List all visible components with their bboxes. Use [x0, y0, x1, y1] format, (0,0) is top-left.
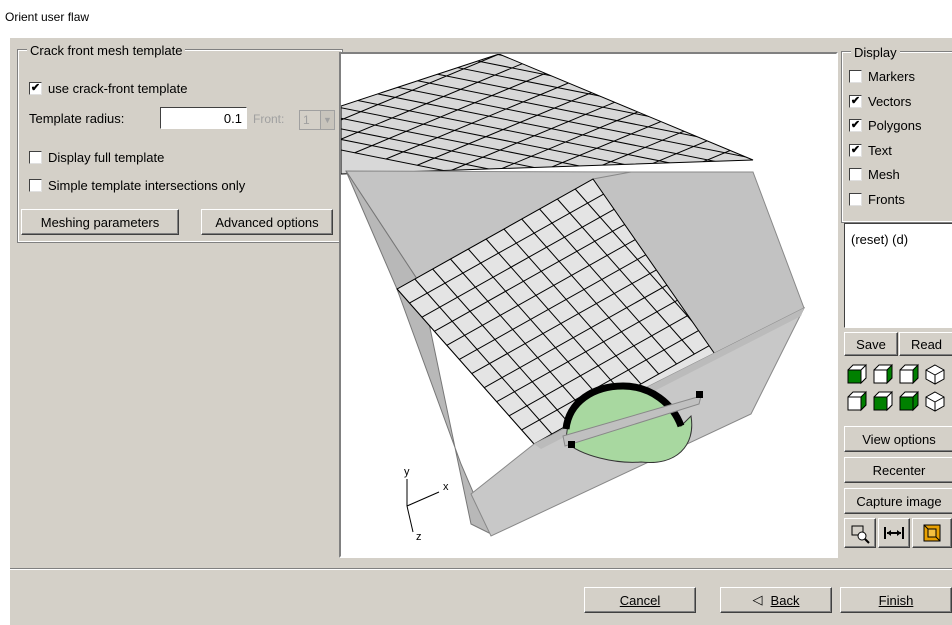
display-markers-label: Markers	[868, 69, 915, 84]
front-select[interactable]: 1 ▼	[299, 110, 335, 130]
axis-x-label: x	[443, 481, 449, 493]
display-full-label: Display full template	[48, 150, 165, 165]
finish-label: Finish	[878, 592, 914, 608]
display-mesh-check-box[interactable]	[849, 168, 862, 181]
simple-intersections-check-box[interactable]	[29, 179, 42, 192]
back-arrow-icon: ◁	[752, 592, 763, 607]
3d-viewport[interactable]: y x z	[339, 52, 838, 558]
view-history-text: (reset) (d)	[851, 232, 909, 247]
chevron-down-icon[interactable]: ▼	[320, 111, 334, 129]
display-text-label: Text	[868, 142, 892, 158]
display-fronts-check-box[interactable]	[849, 192, 862, 206]
template-radius-label: Template radius:	[29, 111, 125, 126]
display-polygons-check-box[interactable]: ✔	[849, 119, 862, 132]
finish-button[interactable]: Finish	[840, 587, 952, 613]
display-fronts-label: Fronts	[868, 191, 905, 207]
zoom-icon[interactable]	[844, 518, 876, 548]
axis-z-label: z	[416, 531, 422, 543]
advanced-options-button[interactable]: Advanced options	[201, 209, 333, 235]
display-mesh-label: Mesh	[868, 167, 900, 182]
footer-divider	[10, 568, 952, 570]
crack-group-legend: Crack front mesh template	[27, 43, 186, 58]
simple-intersections-checkbox[interactable]: Simple template intersections only	[29, 178, 245, 193]
crack-template-group: Crack front mesh template ✔ use crack-fr…	[17, 43, 343, 243]
capture-image-button[interactable]: Capture image	[844, 488, 952, 514]
view-left-icon[interactable]	[898, 363, 920, 385]
flaw-3d-render: y x z	[341, 54, 806, 543]
view-iso2-icon[interactable]	[924, 390, 946, 412]
save-button[interactable]: Save	[844, 332, 898, 356]
display-vectors-checkbox[interactable]: ✔ Vectors	[849, 94, 911, 109]
front-select-value: 1	[303, 113, 310, 127]
display-vectors-check-box[interactable]: ✔	[849, 94, 862, 108]
use-template-checkbox[interactable]: ✔ use crack-front template	[29, 81, 187, 96]
display-markers-checkbox[interactable]: Markers	[849, 69, 915, 84]
display-vectors-label: Vectors	[868, 93, 912, 109]
template-radius-input[interactable]	[160, 107, 247, 129]
read-button[interactable]: Read	[899, 332, 952, 356]
display-markers-check-box[interactable]	[849, 70, 862, 83]
front-label: Front:	[253, 112, 285, 126]
simple-intersections-label: Simple template intersections only	[48, 178, 246, 193]
view-iso-icon[interactable]	[924, 363, 946, 385]
cancel-label: Cancel	[619, 592, 661, 608]
view-back-icon[interactable]	[872, 363, 894, 385]
window-title: Orient user flaw	[5, 10, 90, 24]
view-top-icon[interactable]	[872, 390, 894, 412]
display-polygons-checkbox[interactable]: ✔ Polygons	[849, 118, 921, 133]
display-mesh-checkbox[interactable]: Mesh	[849, 167, 900, 182]
display-polygons-label: Polygons	[868, 118, 922, 133]
recenter-button[interactable]: Recenter	[844, 457, 952, 483]
display-full-check-box[interactable]	[29, 151, 42, 164]
view-front-icon[interactable]	[846, 363, 868, 385]
display-group: Display Markers ✔ Vectors ✔ Polygons ✔ Text Mes…	[841, 45, 952, 223]
axes-triad	[406, 479, 440, 533]
use-template-label: use crack-front template	[48, 81, 188, 96]
view-history-list[interactable]: (reset) (d)	[844, 223, 952, 328]
view-right-icon[interactable]	[846, 390, 868, 412]
main-panel: Crack front mesh template ✔ use crack-fr…	[10, 38, 952, 625]
back-label: Back	[770, 592, 800, 608]
fit-width-icon[interactable]	[878, 518, 910, 548]
axis-y-label: y	[404, 466, 410, 478]
cancel-button[interactable]: Cancel	[584, 587, 696, 613]
display-text-checkbox[interactable]: ✔ Text	[849, 143, 892, 158]
back-button[interactable]: ◁ Back	[720, 587, 832, 613]
display-text-check-box[interactable]: ✔	[849, 143, 862, 157]
display-fronts-checkbox[interactable]: Fronts	[849, 192, 905, 207]
meshing-parameters-button[interactable]: Meshing parameters	[21, 209, 179, 235]
use-template-check-box[interactable]: ✔	[29, 82, 42, 95]
view-options-button[interactable]: View options	[844, 426, 952, 452]
bounding-box-icon[interactable]	[912, 518, 952, 548]
display-group-legend: Display	[851, 45, 900, 60]
view-bottom-icon[interactable]	[898, 390, 920, 412]
display-full-template-checkbox[interactable]: Display full template	[29, 150, 164, 165]
